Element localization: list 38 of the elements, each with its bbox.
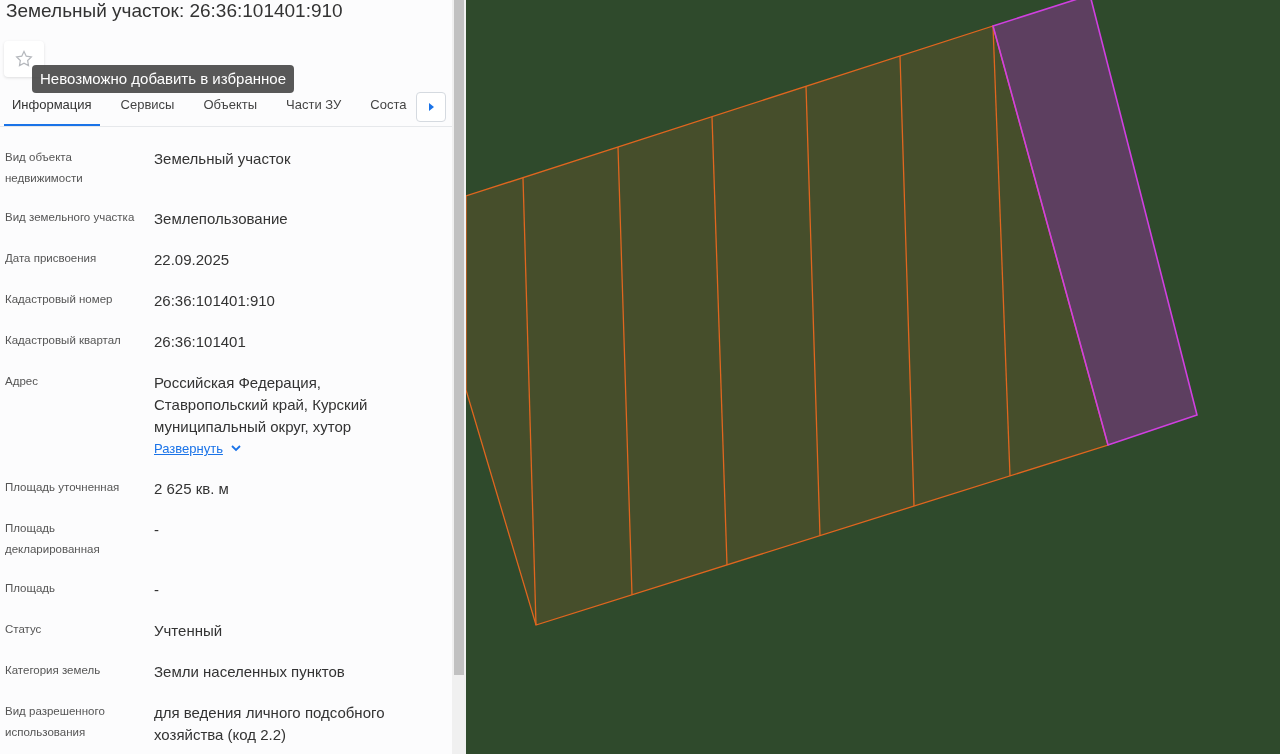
field-label: Категория земель — [5, 662, 102, 678]
caret-icon — [428, 103, 434, 111]
field-label: Вид объекта недвижимости — [5, 150, 84, 186]
field-value: Земельный участок — [154, 149, 291, 169]
field-label: Статус — [5, 621, 43, 637]
tooltip: Невозможно добавить в избранное — [32, 65, 294, 93]
field-label: Вид земельного участка — [5, 210, 136, 225]
field-label: Кадастровый квартал — [5, 333, 122, 348]
field-value: Землепользование — [154, 209, 288, 229]
field-label: Площадь уточненная — [5, 479, 121, 495]
scrollbar[interactable] — [452, 0, 466, 754]
page-title: Земельный участок: 26:36:101401:910 — [5, 0, 344, 22]
scroll-tabs-button[interactable] — [416, 92, 446, 122]
satellite-map[interactable] — [466, 0, 1280, 754]
field-value: 26:36:101401 — [154, 332, 246, 352]
field-label: Площадь декларированная — [5, 520, 101, 557]
field-label: Адрес — [5, 374, 39, 389]
scrollbar-thumb[interactable] — [454, 0, 464, 675]
field-label: Вид разрешенного использования — [5, 703, 106, 740]
tab[interactable]: Соста — [362, 94, 415, 126]
expand-link[interactable]: Развернуть — [154, 439, 432, 459]
field-label: Кадастровый номер — [5, 292, 114, 307]
field-value: 22.09.2025 — [154, 250, 230, 270]
field-label: Площадь — [5, 580, 57, 596]
field-value: Российская Федерация, Ставропольский край, Курский муниципальный округ, хутор — [154, 373, 369, 437]
field-value: для ведения личного подсобного хозяйства (код 2.2) — [154, 702, 386, 745]
star-icon — [14, 49, 34, 69]
field-label: Дата присвоения — [5, 251, 98, 266]
field-value: - — [154, 519, 159, 540]
field-value: Учтенный — [154, 620, 223, 641]
tab[interactable]: Части ЗУ — [278, 94, 350, 126]
field-value: Земли населенных пунктов — [154, 661, 345, 682]
tab[interactable]: Объекты — [195, 94, 266, 126]
field-value: 2 625 кв. м — [154, 478, 229, 499]
chevron-down-icon — [230, 445, 241, 453]
field-value: 26:36:101401:910 — [154, 291, 275, 311]
tab[interactable]: Сервисы — [112, 94, 183, 126]
field-value: - — [154, 579, 159, 600]
